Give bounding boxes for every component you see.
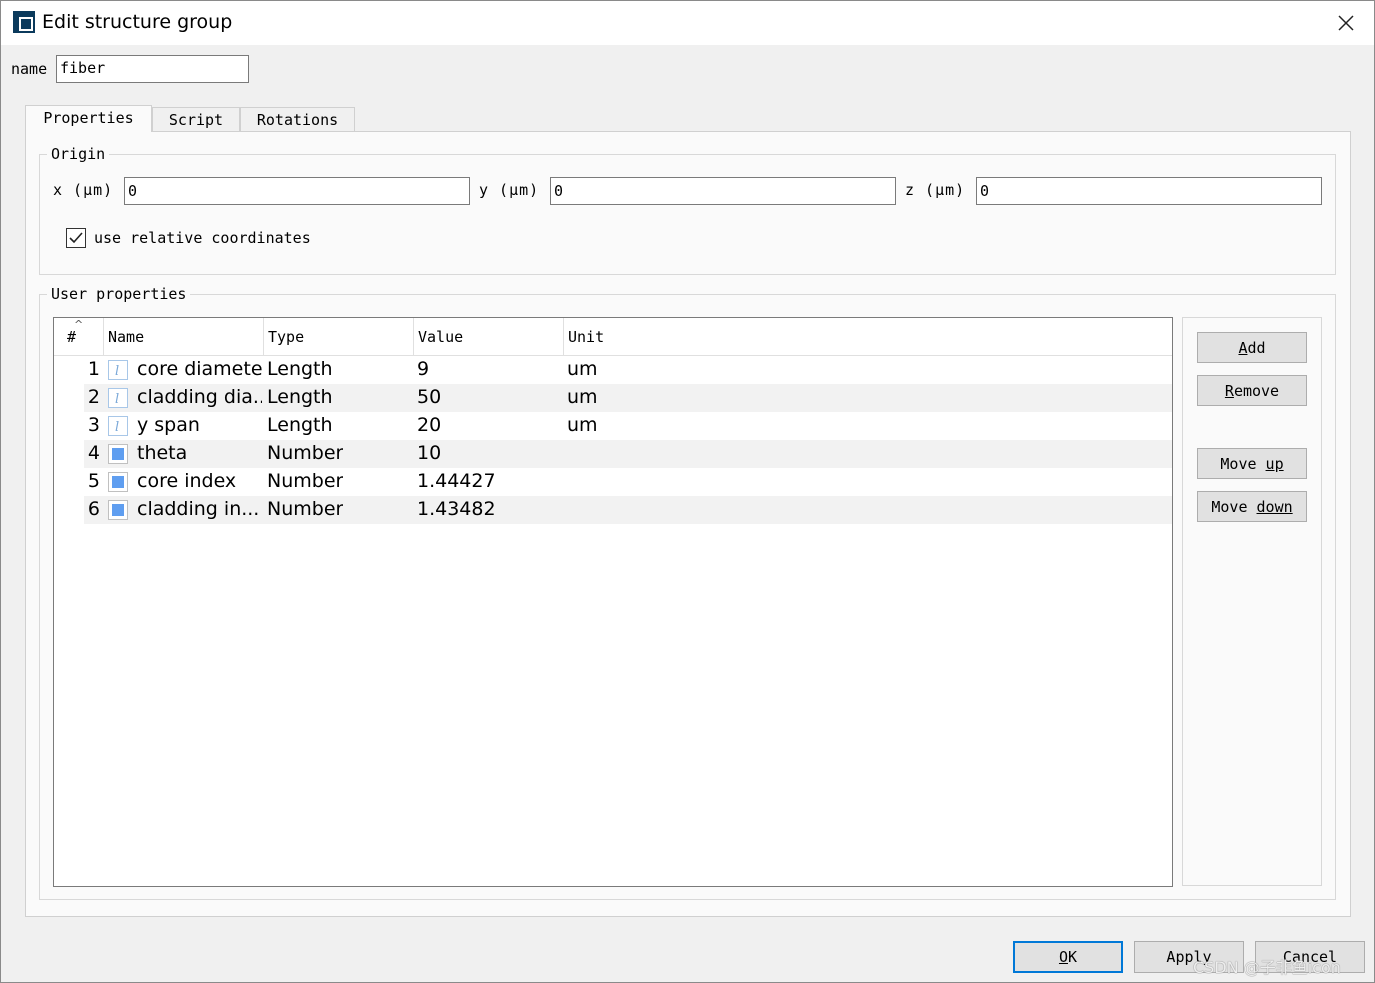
column-header-value[interactable]: Value <box>414 318 564 355</box>
user-properties-table[interactable]: ^ # Name Type Value Unit 1 l core diamet… <box>53 317 1173 887</box>
row-value: 9 <box>417 358 430 380</box>
add-button[interactable]: Add <box>1197 332 1307 363</box>
length-icon: l <box>108 360 128 380</box>
name-label: name <box>11 60 48 78</box>
y-input[interactable]: 0 <box>550 177 896 205</box>
row-name: cladding dia... <box>137 386 262 408</box>
svg-text:l: l <box>115 392 119 407</box>
row-value: 50 <box>417 386 442 408</box>
column-header-unit[interactable]: Unit <box>564 318 1172 355</box>
origin-title: Origin <box>47 145 110 163</box>
row-value: 10 <box>417 442 442 464</box>
close-icon <box>1338 15 1354 31</box>
row-name: core index <box>137 470 237 492</box>
row-name: core diameter <box>137 358 262 380</box>
table-row[interactable]: 6 cladding in... Number 1.43482 <box>84 496 1172 524</box>
close-button[interactable] <box>1332 9 1360 37</box>
row-unit: um <box>567 358 598 380</box>
title-bar[interactable]: Edit structure group <box>1 1 1374 45</box>
length-icon: l <box>108 388 128 408</box>
dialog-window: Edit structure group name fiber Properti… <box>0 0 1375 983</box>
row-type: Length <box>267 386 333 408</box>
table-row[interactable]: 3 l y span Length 20 um <box>84 412 1172 440</box>
tab-script[interactable]: Script <box>152 107 240 131</box>
sort-ascending-icon: ^ <box>74 318 84 331</box>
table-row[interactable]: 2 l cladding dia... Length 50 um <box>84 384 1172 412</box>
row-name: y span <box>137 414 200 436</box>
row-value: 1.44427 <box>417 470 496 492</box>
column-header-name[interactable]: Name <box>104 318 264 355</box>
cancel-button[interactable]: Cancel <box>1255 941 1365 973</box>
x-label: x (μm) <box>53 181 114 199</box>
row-type: Number <box>267 498 344 520</box>
number-icon <box>108 472 128 492</box>
relative-coordinates-label: use relative coordinates <box>94 229 311 247</box>
move-up-button[interactable]: Move up <box>1197 448 1307 479</box>
row-name: theta <box>137 442 188 464</box>
window-title: Edit structure group <box>42 11 233 33</box>
row-name: cladding in... <box>137 498 260 520</box>
row-number: 6 <box>87 498 100 520</box>
move-down-button[interactable]: Move down <box>1197 491 1307 522</box>
row-type: Number <box>267 442 344 464</box>
row-type: Number <box>267 470 344 492</box>
ok-button[interactable]: OK <box>1013 941 1123 973</box>
origin-group <box>39 154 1336 275</box>
user-properties-title: User properties <box>47 285 191 303</box>
table-row[interactable]: 5 core index Number 1.44427 <box>84 468 1172 496</box>
row-type: Length <box>267 358 333 380</box>
row-number: 1 <box>87 358 100 380</box>
z-label: z (μm) <box>905 181 966 199</box>
tab-rotations[interactable]: Rotations <box>240 107 355 131</box>
x-input[interactable]: 0 <box>124 177 470 205</box>
tab-properties[interactable]: Properties <box>25 105 152 132</box>
table-row[interactable]: 4 theta Number 10 <box>84 440 1172 468</box>
name-input[interactable]: fiber <box>56 55 249 83</box>
svg-text:l: l <box>115 364 119 379</box>
number-icon <box>108 500 128 520</box>
row-number: 3 <box>87 414 100 436</box>
app-icon <box>13 11 35 33</box>
relative-coordinates-checkbox[interactable] <box>66 228 86 248</box>
checkmark-icon <box>69 232 83 244</box>
row-type: Length <box>267 414 333 436</box>
table-row[interactable]: 1 l core diameter Length 9 um <box>84 356 1172 384</box>
row-number: 4 <box>87 442 100 464</box>
row-value: 1.43482 <box>417 498 496 520</box>
svg-text:l: l <box>115 420 119 435</box>
column-header-num[interactable]: ^ # <box>54 318 104 355</box>
length-icon: l <box>108 416 128 436</box>
row-number: 5 <box>87 470 100 492</box>
y-label: y (μm) <box>479 181 540 199</box>
row-unit: um <box>567 386 598 408</box>
row-value: 20 <box>417 414 442 436</box>
apply-button[interactable]: Apply <box>1134 941 1244 973</box>
column-header-type[interactable]: Type <box>264 318 414 355</box>
number-icon <box>108 444 128 464</box>
table-header: ^ # Name Type Value Unit <box>54 318 1172 356</box>
remove-button[interactable]: Remove <box>1197 375 1307 406</box>
row-unit: um <box>567 414 598 436</box>
row-number: 2 <box>87 386 100 408</box>
z-input[interactable]: 0 <box>976 177 1322 205</box>
